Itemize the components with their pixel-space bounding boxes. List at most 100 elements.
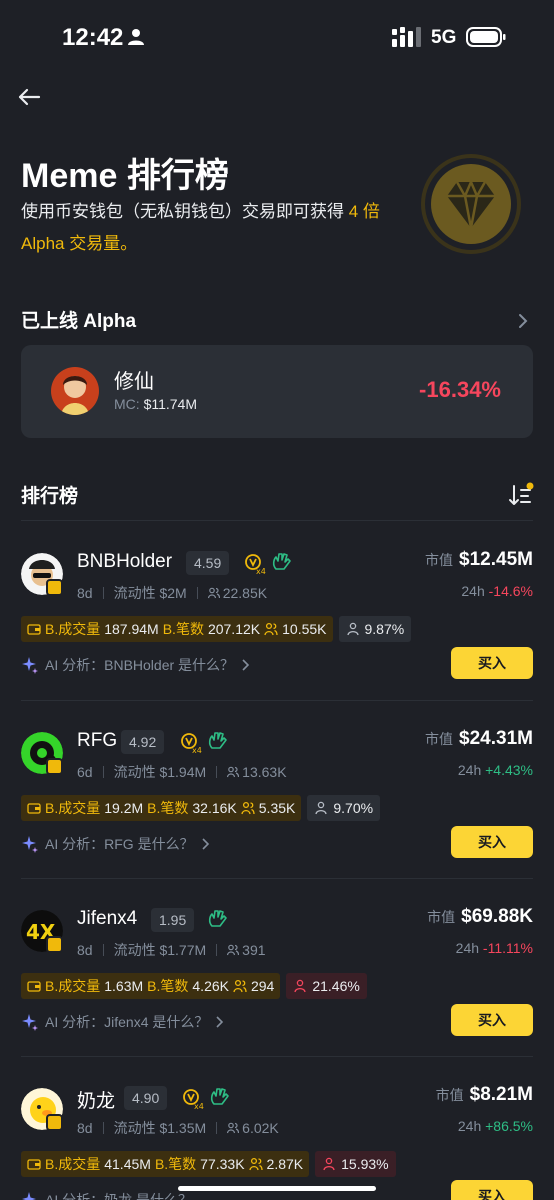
people-icon bbox=[227, 1122, 240, 1134]
ai-token-name: RFG bbox=[104, 836, 134, 852]
status-bar: 12:42 5G bbox=[0, 0, 554, 76]
ai-prefix: AI 分析： bbox=[45, 1192, 105, 1200]
listed-market-cap: MC: $11.74M bbox=[114, 396, 197, 412]
market-cap: 市值 $12.45M bbox=[425, 549, 533, 571]
vol-label: B.成交量 bbox=[45, 1156, 101, 1172]
platform-badge-icon bbox=[46, 936, 63, 953]
people-icon bbox=[241, 801, 255, 815]
mc-label: MC: bbox=[114, 396, 140, 412]
token-name: Jifenx4 bbox=[77, 908, 138, 929]
wallet-icon bbox=[27, 981, 41, 992]
sparkle-icon bbox=[22, 1192, 36, 1200]
change-value: +86.5% bbox=[485, 1118, 533, 1134]
ai-suffix: 是什么？ bbox=[152, 1014, 209, 1030]
token-row[interactable]: 奶龙 4.90 x4 8d 流动性 $1.35M 6.02K 市值 $8.21M 24… bbox=[0, 1056, 554, 1200]
vol-label: B.成交量 bbox=[45, 978, 101, 994]
home-indicator[interactable] bbox=[178, 1186, 376, 1191]
tx-label: B.笔数 bbox=[147, 800, 189, 816]
ai-token-name: BNBHolder bbox=[104, 657, 175, 673]
buy-button[interactable]: 买入 bbox=[451, 826, 533, 858]
token-score: 4.90 bbox=[124, 1086, 168, 1110]
listed-section-header[interactable]: 已上线 Alpha bbox=[21, 306, 533, 336]
sparkle-icon bbox=[22, 836, 38, 853]
volume-tag: B.成交量 41.45M B.笔数 77.33K 2.87K bbox=[21, 1151, 310, 1177]
buy-button[interactable]: 买入 bbox=[451, 1004, 533, 1036]
back-arrow-icon[interactable] bbox=[14, 82, 44, 112]
sort-icon[interactable] bbox=[508, 482, 534, 508]
top-holders-tag: 9.87% bbox=[338, 616, 412, 642]
ai-analysis-link[interactable]: AI 分析：Jifenx4 是什么？ bbox=[21, 1012, 224, 1032]
traders-value: 294 bbox=[250, 978, 275, 994]
platform-badge-icon bbox=[46, 758, 63, 775]
mcap-label: 市值 bbox=[425, 552, 454, 568]
person-icon bbox=[323, 1157, 335, 1171]
tx-label: B.笔数 bbox=[162, 621, 204, 637]
ai-prefix: AI 分析： bbox=[45, 657, 105, 673]
ranking-section-title: 排行榜 bbox=[21, 486, 79, 507]
change-24h: 24h -11.11% bbox=[456, 940, 533, 956]
person-icon bbox=[294, 979, 306, 993]
wave-hand-icon bbox=[208, 732, 227, 749]
buy-button[interactable]: 买入 bbox=[451, 647, 533, 679]
holders-value: 22.85K bbox=[222, 585, 268, 601]
token-name: 奶龙 bbox=[77, 1091, 116, 1112]
wave-hand-icon bbox=[208, 910, 227, 927]
ai-prefix: AI 分析： bbox=[45, 1014, 105, 1030]
platform-badge-icon bbox=[46, 1114, 63, 1131]
h24-label: 24h bbox=[457, 1118, 482, 1134]
holders-value: 391 bbox=[242, 942, 266, 958]
listed-change: -16.34% bbox=[419, 377, 501, 402]
tx-value: 4.26K bbox=[192, 978, 229, 994]
token-name: BNBHolder bbox=[77, 551, 173, 572]
buy-button[interactable]: 买入 bbox=[451, 1180, 533, 1200]
change-value: -11.11% bbox=[482, 940, 533, 956]
people-icon bbox=[207, 587, 220, 599]
top-pct-value: 15.93% bbox=[341, 1156, 389, 1172]
token-row[interactable]: 4X Jifenx4 1.95 8d 流动性 $1.77M 391 市值 $69.88… bbox=[0, 878, 554, 1056]
market-cap: 市值 $8.21M bbox=[436, 1084, 533, 1106]
token-tags: B.成交量 19.2M B.笔数 32.16K 5.35K 9.70% bbox=[21, 795, 381, 821]
h24-label: 24h bbox=[461, 583, 485, 599]
wallet-icon bbox=[27, 1159, 41, 1170]
ai-analysis-link[interactable]: AI 分析：奶龙 是什么？ bbox=[21, 1190, 192, 1200]
ai-analysis-link[interactable]: AI 分析：RFG 是什么？ bbox=[21, 834, 210, 854]
top-pct-value: 9.87% bbox=[364, 621, 405, 637]
person-icon bbox=[128, 29, 144, 45]
listed-token-card[interactable]: 修仙 MC: $11.74M -16.34% bbox=[21, 345, 533, 438]
people-icon bbox=[248, 1157, 263, 1171]
page-subtitle: 使用币安钱包（无私钥钱包）交易即可获得 4 倍 Alpha 交易量。 bbox=[21, 196, 391, 260]
token-row[interactable]: BNBHolder 4.59 x4 8d 流动性 $2M 22.85K 市值 $12.… bbox=[0, 521, 554, 699]
tx-value: 207.12K bbox=[207, 621, 261, 637]
top-holders-tag: 9.70% bbox=[307, 795, 381, 821]
top-pct-value: 21.46% bbox=[312, 978, 360, 994]
sparkle-icon bbox=[22, 657, 38, 674]
change-24h: 24h +86.5% bbox=[458, 1118, 533, 1134]
people-icon bbox=[264, 622, 278, 636]
ai-analysis-link[interactable]: AI 分析：BNBHolder 是什么？ bbox=[21, 655, 250, 675]
market-cap: 市值 $24.31M bbox=[425, 728, 533, 750]
change-24h: 24h -14.6% bbox=[461, 583, 533, 599]
token-row[interactable]: RFG 4.92 x4 6d 流动性 $1.94M 13.63K 市值 $24.31M… bbox=[0, 700, 554, 878]
people-icon bbox=[227, 944, 240, 956]
tx-label: B.笔数 bbox=[147, 978, 189, 994]
person-icon bbox=[346, 622, 359, 636]
holders-value: 6.02K bbox=[242, 1120, 279, 1136]
token-age: 8d bbox=[77, 1120, 93, 1136]
token-score: 4.59 bbox=[186, 551, 230, 575]
liquidity-value: $2M bbox=[159, 585, 187, 601]
vol-label: B.成交量 bbox=[45, 621, 101, 637]
token-meta: 8d 流动性 $1.77M 391 bbox=[77, 940, 266, 960]
listed-section-title: 已上线 Alpha bbox=[21, 311, 137, 332]
mcap-label: 市值 bbox=[427, 909, 456, 925]
liquidity-value: $1.77M bbox=[159, 942, 207, 958]
volume-tag: B.成交量 187.94M B.笔数 207.12K 10.55K bbox=[21, 616, 333, 642]
vx4-icon: x4 bbox=[245, 554, 266, 575]
status-time: 12:42 bbox=[62, 24, 124, 51]
volume-tag: B.成交量 19.2M B.笔数 32.16K 5.35K bbox=[21, 795, 302, 821]
tx-value: 77.33K bbox=[200, 1156, 245, 1172]
chevron-right-icon bbox=[202, 838, 209, 850]
mcap-label: 市值 bbox=[425, 731, 454, 747]
traders-value: 10.55K bbox=[282, 621, 327, 637]
h24-label: 24h bbox=[457, 762, 482, 778]
vol-label: B.成交量 bbox=[45, 800, 101, 816]
